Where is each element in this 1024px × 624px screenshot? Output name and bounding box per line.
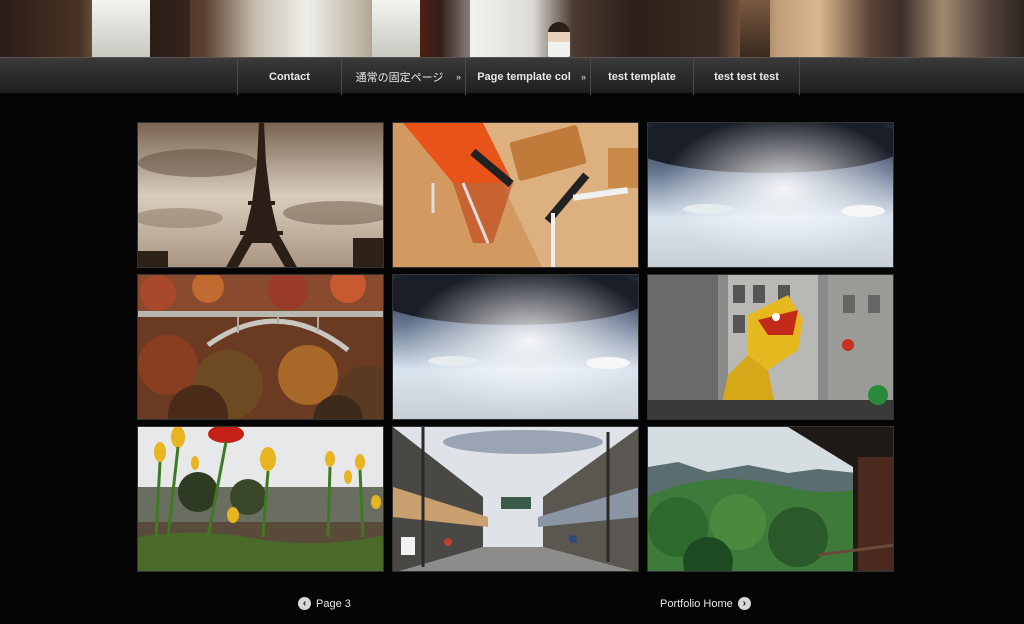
nav-item-static-page[interactable]: 通常の固定ページ » [342,58,466,95]
gallery-thumbnail-sky-sunbeams[interactable] [647,122,894,268]
nav-item-label: Page template col [477,70,571,83]
portfolio-gallery [137,122,894,573]
gallery-thumbnail-desk-chair[interactable] [392,122,639,268]
gallery-thumbnail-sky-sunbeams[interactable] [392,274,639,420]
previous-page-label: Page 3 [316,597,351,610]
nav-item-test-template[interactable]: test template [591,58,694,95]
nav-item-label: test template [608,70,676,83]
chevron-right-circle-icon: › [737,597,751,610]
gallery-thumbnail-shopping-street[interactable] [392,426,639,572]
nav-item-contact[interactable]: Contact [238,58,342,95]
nav-item-label: test test test [714,70,779,83]
header-banner-image [0,0,1024,57]
gallery-thumbnail-tulips[interactable] [137,426,384,572]
gallery-thumbnail-mountain-forest[interactable] [647,426,894,572]
portfolio-home-label: Portfolio Home [660,597,733,610]
gallery-thumbnail-eiffel-tower[interactable] [137,122,384,268]
nav-item-page-template-col[interactable]: Page template col » [466,58,591,95]
nav-item-test-test-test[interactable]: test test test [694,58,800,95]
chevron-left-circle-icon: ‹ [298,597,311,610]
previous-page-link[interactable]: ‹ Page 3 [298,597,351,610]
person-in-banner [548,22,570,57]
nav-item-label: Contact [269,70,310,83]
nav-item-label: 通常の固定ページ [355,71,444,84]
chevron-down-icon: » [455,72,461,82]
gallery-thumbnail-autumn-bridge[interactable] [137,274,384,420]
chevron-down-icon: » [580,72,586,82]
gallery-thumbnail-dragon-dance[interactable] [647,274,894,420]
nav-menu: Contact 通常の固定ページ » Page template col » t… [237,58,800,95]
portfolio-home-link[interactable]: Portfolio Home › [660,597,751,610]
main-navigation-bar: Contact 通常の固定ページ » Page template col » t… [0,57,1024,95]
